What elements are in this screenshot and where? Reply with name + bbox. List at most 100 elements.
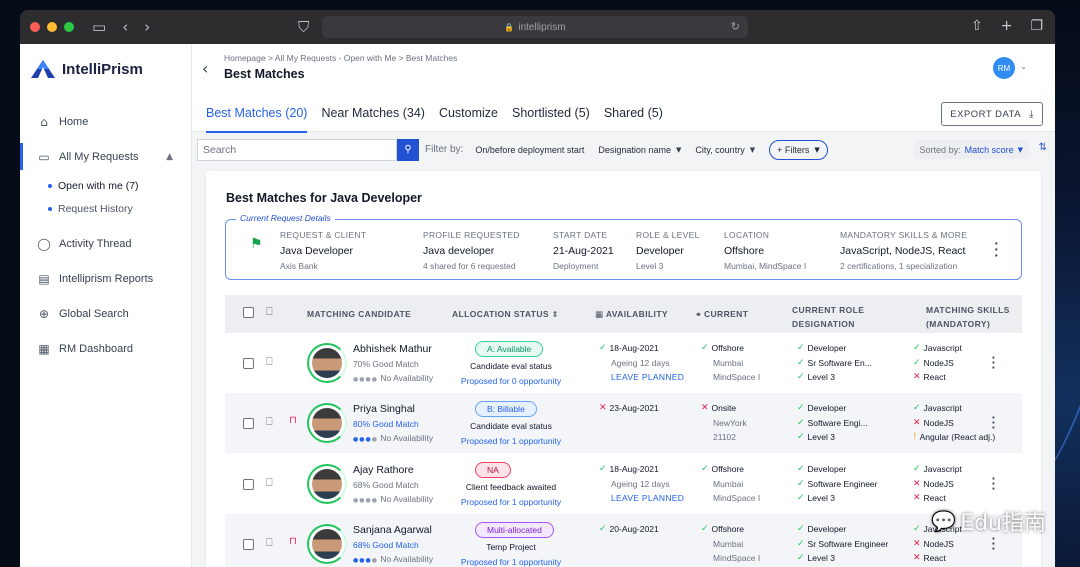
row-checkbox[interactable] (243, 539, 254, 550)
col-heading: REQUEST & CLIENT (280, 230, 367, 240)
more-filters-button[interactable]: + Filters ▼ (769, 139, 828, 160)
tab-shortlisted[interactable]: Shortlisted (5) (512, 94, 590, 132)
export-label: EXPORT DATA (950, 108, 1022, 120)
request-more-menu-icon[interactable]: · · · (994, 236, 999, 262)
caret-down-icon: ▼ (675, 145, 682, 154)
skill-value: Javascript (923, 343, 962, 354)
bookmark-icon[interactable]: ⎕ (266, 536, 273, 550)
select-all-checkbox[interactable] (243, 307, 254, 318)
sidebar-item-home[interactable]: ⌂ Home (20, 104, 191, 139)
sidebar-item-all-my-requests[interactable]: ▭ All My Requests ▲ (20, 139, 191, 174)
col-sub: Level 3 (636, 261, 664, 271)
bookmark-icon[interactable]: ⎕ (266, 355, 273, 369)
brand-logo[interactable]: IntelliPrism (20, 44, 191, 94)
bookmark-icon[interactable]: ⎕ (266, 476, 273, 490)
leave-planned-link[interactable]: LEAVE PLANNED (599, 491, 684, 506)
search-button[interactable]: ⚲ (397, 138, 419, 161)
user-avatar[interactable]: RM (993, 57, 1015, 79)
status-badge[interactable]: Multi-allocated (475, 522, 554, 538)
candidate-photo (312, 408, 342, 438)
table-row[interactable]: ⎕ ⊓ Sanjana Agarwal 68% Good Match ●●●● No A… (225, 514, 1022, 567)
tabs-overview-icon[interactable]: ❐ (1030, 18, 1043, 34)
row-more-menu-icon[interactable]: · · · (992, 532, 996, 555)
address-bar[interactable]: 🔒 intelliprism ↻ (322, 16, 748, 38)
status-badge[interactable]: A: Available (475, 341, 544, 357)
matching-skills-cell: ✓ Javascript ✕ NodeJS ✕ React (913, 462, 962, 506)
check-circle-icon: ✓ (797, 478, 805, 489)
sidebar-subitem-request-history[interactable]: Request History (20, 197, 191, 220)
candidate-name[interactable]: Abhishek Mathur (353, 343, 432, 355)
avatar[interactable] (307, 403, 347, 443)
header-allocation-status[interactable]: ALLOCATION STATUS ⇕ (452, 307, 559, 322)
col-sub: 4 shared for 6 requested (423, 261, 516, 271)
designation-filter[interactable]: Designation name ▼ (598, 145, 681, 155)
bookmark-icon[interactable]: ⎕ (266, 305, 273, 319)
chevron-up-icon[interactable]: ▲ (166, 152, 173, 162)
sidebar-item-activity-thread[interactable]: ◯ Activity Thread (20, 226, 191, 261)
status-badge[interactable]: NA (475, 462, 511, 478)
avatar[interactable] (307, 524, 347, 564)
tab-shared[interactable]: Shared (5) (604, 94, 663, 132)
sidebar-item-global-search[interactable]: ⊕ Global Search (20, 296, 191, 331)
header-label: (MANDATORY) (926, 319, 991, 329)
reload-icon[interactable]: ↻ (731, 20, 740, 33)
search-input[interactable]: Search (197, 138, 397, 161)
row-checkbox[interactable] (243, 479, 254, 490)
check-circle-icon: ✓ (797, 493, 805, 504)
deployment-filter[interactable]: On/before deployment start (475, 145, 584, 155)
candidate-name[interactable]: Sanjana Agarwal (353, 524, 432, 536)
tab-customize[interactable]: Customize (439, 94, 498, 132)
status-badge[interactable]: B: Billable (475, 401, 537, 417)
sidebar-item-rm-dashboard[interactable]: ▦ RM Dashboard (20, 331, 191, 366)
row-checkbox[interactable] (243, 418, 254, 429)
tab-best-matches[interactable]: Best Matches (20) (206, 94, 308, 133)
candidate-name[interactable]: Ajay Rathore (353, 464, 414, 476)
avatar[interactable] (307, 343, 347, 383)
table-row[interactable]: ⎕ Ajay Rathore 68% Good Match ●●●● No Avail… (225, 454, 1022, 514)
url-text: intelliprism (518, 21, 566, 33)
sort-value: Match score (964, 144, 1014, 155)
leave-planned-link[interactable]: LEAVE PLANNED (599, 370, 684, 385)
proposed-opportunity-link[interactable]: Proposed for 1 opportunity (445, 557, 577, 567)
city-filter[interactable]: City, country ▼ (695, 145, 755, 155)
shield-icon[interactable]: ⛉ (298, 18, 309, 36)
close-window-button[interactable] (30, 22, 40, 32)
back-nav-icon[interactable]: ‹ (122, 18, 128, 36)
row-more-menu-icon[interactable]: · · · (992, 351, 996, 374)
sidebar-item-reports[interactable]: ▤ Intelliprism Reports (20, 261, 191, 296)
check-circle-icon: ✓ (913, 524, 921, 535)
col-sub: Deployment (553, 261, 599, 271)
bullet-icon (48, 183, 52, 188)
row-more-menu-icon[interactable]: · · · (992, 411, 996, 434)
tab-near-matches[interactable]: Near Matches (34) (321, 94, 425, 132)
brand-name: IntelliPrism (62, 60, 143, 78)
error-circle-icon: ✕ (913, 478, 921, 489)
sort-order-icon[interactable]: ⇅ (1039, 142, 1047, 153)
chevron-down-icon[interactable]: ⌄ (1020, 62, 1027, 71)
breadcrumb[interactable]: Homepage > All My Requests - Open with M… (224, 53, 457, 63)
back-arrow-icon[interactable]: ‹ (202, 59, 208, 78)
table-row[interactable]: ⎕ ⊓ Priya Singhal 80% Good Match ●●●● No Ava… (225, 393, 1022, 453)
proposed-opportunity-link[interactable]: Proposed for 1 opportunity (445, 436, 577, 446)
avatar[interactable] (307, 464, 347, 504)
table-row[interactable]: ⎕ Abhishek Mathur 70% Good Match ●●●● No Av… (225, 333, 1022, 393)
candidate-name[interactable]: Priya Singhal (353, 403, 415, 415)
sidebar-subitem-open-with-me[interactable]: Open with me (7) (20, 174, 191, 197)
bookmark-icon[interactable]: ⎕ (266, 415, 273, 429)
new-tab-icon[interactable]: + (1001, 18, 1013, 34)
sort-dropdown[interactable]: Sorted by: Match score ▼ (913, 140, 1029, 159)
row-checkbox[interactable] (243, 358, 254, 369)
error-circle-icon: ✕ (599, 403, 607, 414)
profile-requested-col: PROFILE REQUESTED Java developer 4 share… (423, 230, 520, 271)
row-more-menu-icon[interactable]: · · · (992, 472, 996, 495)
forward-nav-icon[interactable]: › (144, 18, 150, 36)
search-icon: ⚲ (404, 144, 412, 155)
export-data-button[interactable]: EXPORT DATA ⤓ (941, 102, 1043, 126)
minimize-window-button[interactable] (47, 22, 57, 32)
maximize-window-button[interactable] (64, 22, 74, 32)
share-icon[interactable]: ⇧ (971, 18, 983, 34)
sidebar-toggle-icon[interactable]: ▭ (92, 18, 106, 36)
availability-date: 20-Aug-2021 (609, 524, 659, 535)
proposed-opportunity-link[interactable]: Proposed for 1 opportunity (445, 497, 577, 507)
proposed-opportunity-link[interactable]: Proposed for 0 opportunity (445, 376, 577, 386)
